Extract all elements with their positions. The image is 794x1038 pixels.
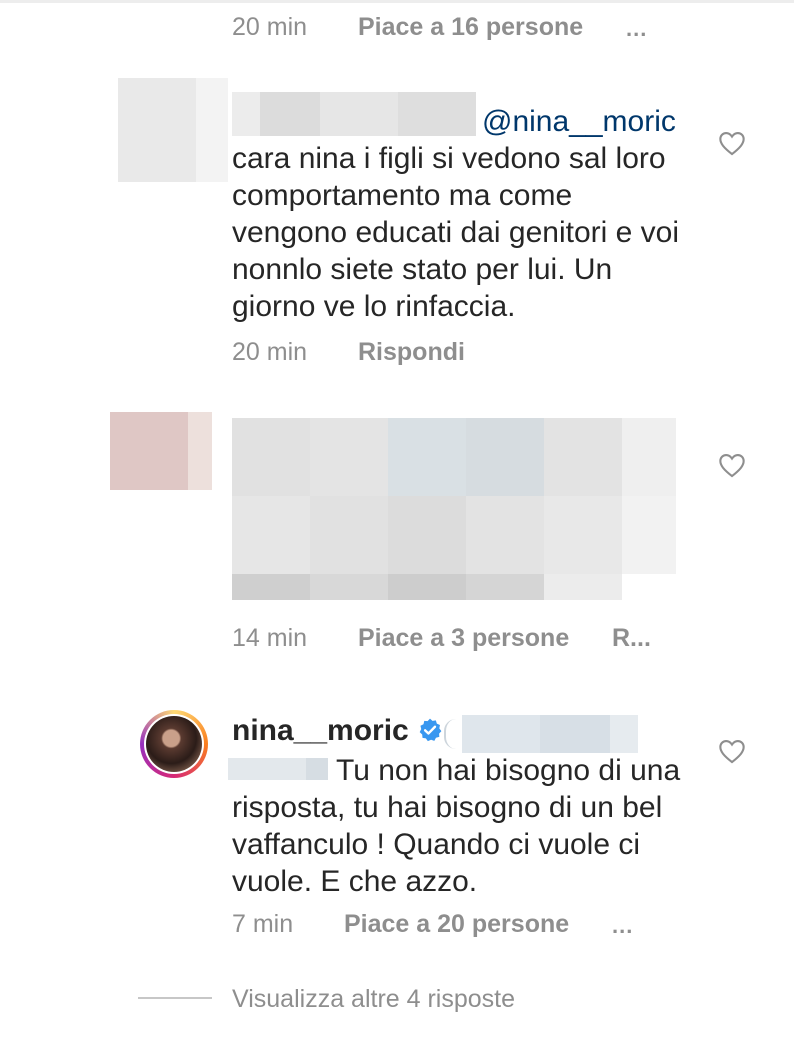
like-button[interactable] bbox=[718, 452, 746, 483]
avatar[interactable] bbox=[110, 412, 212, 490]
username-link[interactable]: nina__moric bbox=[232, 714, 409, 747]
likes-count[interactable]: Piace a 3 persone bbox=[358, 624, 569, 653]
reply-button[interactable]: Rispondi bbox=[358, 338, 465, 367]
heart-outline-icon bbox=[719, 454, 745, 478]
heart-outline-icon bbox=[719, 132, 745, 156]
reply-time: 14 min bbox=[232, 624, 308, 652]
like-button[interactable] bbox=[718, 130, 746, 161]
comment-text-redacted bbox=[232, 418, 676, 600]
profile-photo bbox=[146, 716, 202, 772]
username-redacted[interactable] bbox=[232, 92, 476, 136]
view-more-replies-button[interactable]: Visualizza altre 4 risposte bbox=[232, 985, 515, 1014]
top-divider bbox=[0, 0, 794, 3]
comment-header: nina__moric bbox=[232, 712, 443, 749]
heart-outline-icon bbox=[719, 740, 745, 764]
reply-button[interactable]: R... bbox=[612, 624, 651, 653]
mention-link[interactable]: @nina__moric bbox=[482, 103, 676, 140]
likes-count[interactable]: Piace a 20 persone bbox=[344, 910, 569, 939]
more-options-button[interactable]: ... bbox=[612, 913, 633, 939]
mention-redacted bbox=[444, 715, 638, 753]
comment-text: cara nina i figli si vedono sal loro com… bbox=[232, 142, 679, 323]
avatar[interactable] bbox=[140, 710, 208, 778]
view-more-line bbox=[138, 997, 212, 999]
verified-badge-icon bbox=[419, 718, 442, 742]
top-comment-more-button[interactable]: ... bbox=[626, 16, 647, 42]
like-button[interactable] bbox=[718, 738, 746, 769]
top-comment-footer: 20 min bbox=[232, 13, 307, 42]
avatar[interactable] bbox=[118, 78, 228, 182]
reply-time: 7 min bbox=[232, 910, 294, 938]
reply-time: 20 min bbox=[232, 338, 308, 366]
top-comment-likes[interactable]: Piace a 16 persone bbox=[358, 13, 583, 42]
top-comment-time: 20 min bbox=[232, 13, 308, 41]
comment-text: Tu non hai bisogno di una risposta, tu h… bbox=[232, 754, 681, 898]
